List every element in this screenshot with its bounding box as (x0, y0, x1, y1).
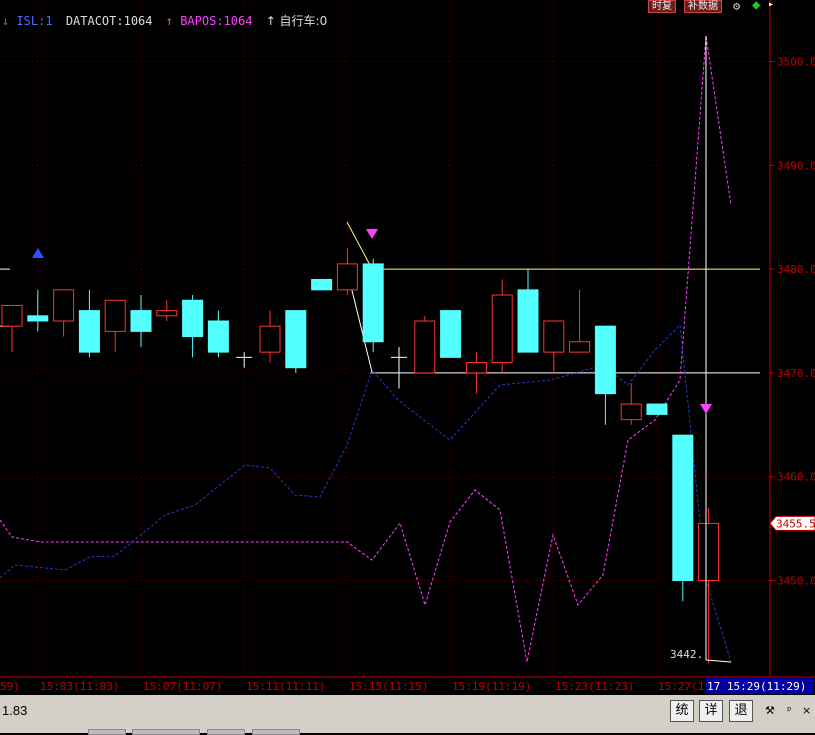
time-label: 15:03(11:03) (40, 680, 119, 693)
time-label: 15:11(11:11) (246, 680, 325, 693)
price-label: 3500.0 (777, 56, 815, 69)
self-car-indicator: ↑ 自行车:0 (265, 14, 328, 28)
candle-body (53, 289, 75, 322)
candle-body (207, 320, 229, 353)
exit-button[interactable]: 退 (729, 700, 753, 722)
pin-icon[interactable]: ᵖ (787, 704, 792, 717)
tools-icon[interactable]: ⚒ (765, 704, 775, 717)
sheet-tab[interactable] (132, 729, 200, 735)
time-label: 15:19(11:19) (452, 680, 531, 693)
bottom-toolbar: 1.83 统 详 退 ⚒ ᵖ × (0, 695, 815, 735)
trend-line (346, 221, 371, 266)
bottom-value: 1.83 (2, 703, 28, 718)
candle-body (594, 325, 616, 395)
time-label: 59) (0, 680, 20, 693)
bapos-line (0, 35, 732, 663)
candle-body (646, 403, 668, 415)
candle-body (414, 320, 436, 374)
time-highlight-label: 17 15:29(11:29) (707, 680, 806, 693)
chevron-icon[interactable]: ▸ (768, 0, 774, 10)
price-label: 3450.0 (777, 575, 815, 588)
bapos-indicator: ↑ BAPOS:1064 (165, 14, 253, 28)
fill-data-button[interactable]: 补数据 (684, 0, 722, 13)
datacot-indicator: DATACOT:1064 (65, 14, 153, 28)
candle-body (440, 310, 462, 358)
buy-signal-icon (32, 248, 44, 258)
low-price-label: 3442. (670, 648, 703, 661)
isl-line (0, 323, 732, 663)
candle-body (517, 289, 539, 353)
time-label: 15:27(1 (658, 680, 704, 693)
sheet-tab[interactable] (88, 729, 126, 735)
current-price-label: 3455.5 (776, 517, 815, 530)
candle-body (465, 362, 487, 374)
candle-body (362, 263, 384, 343)
candle-body (491, 294, 513, 364)
time-label: 15:07(11:07) (143, 680, 222, 693)
sell-signal-icon (700, 404, 712, 414)
green-diamond-icon[interactable]: ◆ (752, 0, 760, 13)
settings-icon[interactable]: ⚙ (733, 0, 740, 13)
candle-body (672, 434, 694, 581)
crosshair-line (705, 659, 732, 663)
price-label: 3480.0 (777, 263, 815, 276)
candle-body (104, 299, 126, 332)
isl-indicator: ↓ ISL:1 (2, 14, 53, 28)
sheet-tab[interactable] (252, 729, 300, 735)
candle-body (78, 310, 100, 353)
candle-body (259, 325, 281, 353)
candle-body (620, 403, 642, 421)
candle-body (311, 278, 333, 291)
detail-button[interactable]: 详 (699, 700, 723, 722)
candle-body (1, 304, 23, 327)
time-label: 15:15(11:15) (349, 680, 428, 693)
price-label: 3460.0 (777, 471, 815, 484)
price-label: 3470.0 (777, 367, 815, 380)
sell-signal-icon (366, 229, 378, 239)
candle-body (698, 522, 720, 581)
candle-body (156, 310, 178, 317)
time-label: 15:23(11:23) (555, 680, 634, 693)
candle-body (285, 310, 307, 369)
close-icon[interactable]: × (802, 704, 811, 717)
candle-body (543, 320, 565, 353)
price-chart[interactable]: 3500.0 3490.0 3480.0 3470.0 3460.0 3450.0 3455… (0, 0, 815, 695)
price-label: 3490.0 (777, 159, 815, 172)
candle-body (27, 315, 49, 322)
indicator-header: ↓ ISL:1 DATACOT:1064 ↑ BAPOS:1064 ↑ 自行车:… (2, 12, 333, 29)
restore-button[interactable]: 时复 (648, 0, 676, 13)
candle-body (336, 263, 358, 291)
candle-body (130, 310, 152, 332)
candle-body (182, 299, 204, 338)
sheet-tab[interactable] (207, 729, 245, 735)
candle-body (569, 341, 591, 353)
stats-button[interactable]: 统 (670, 700, 694, 722)
